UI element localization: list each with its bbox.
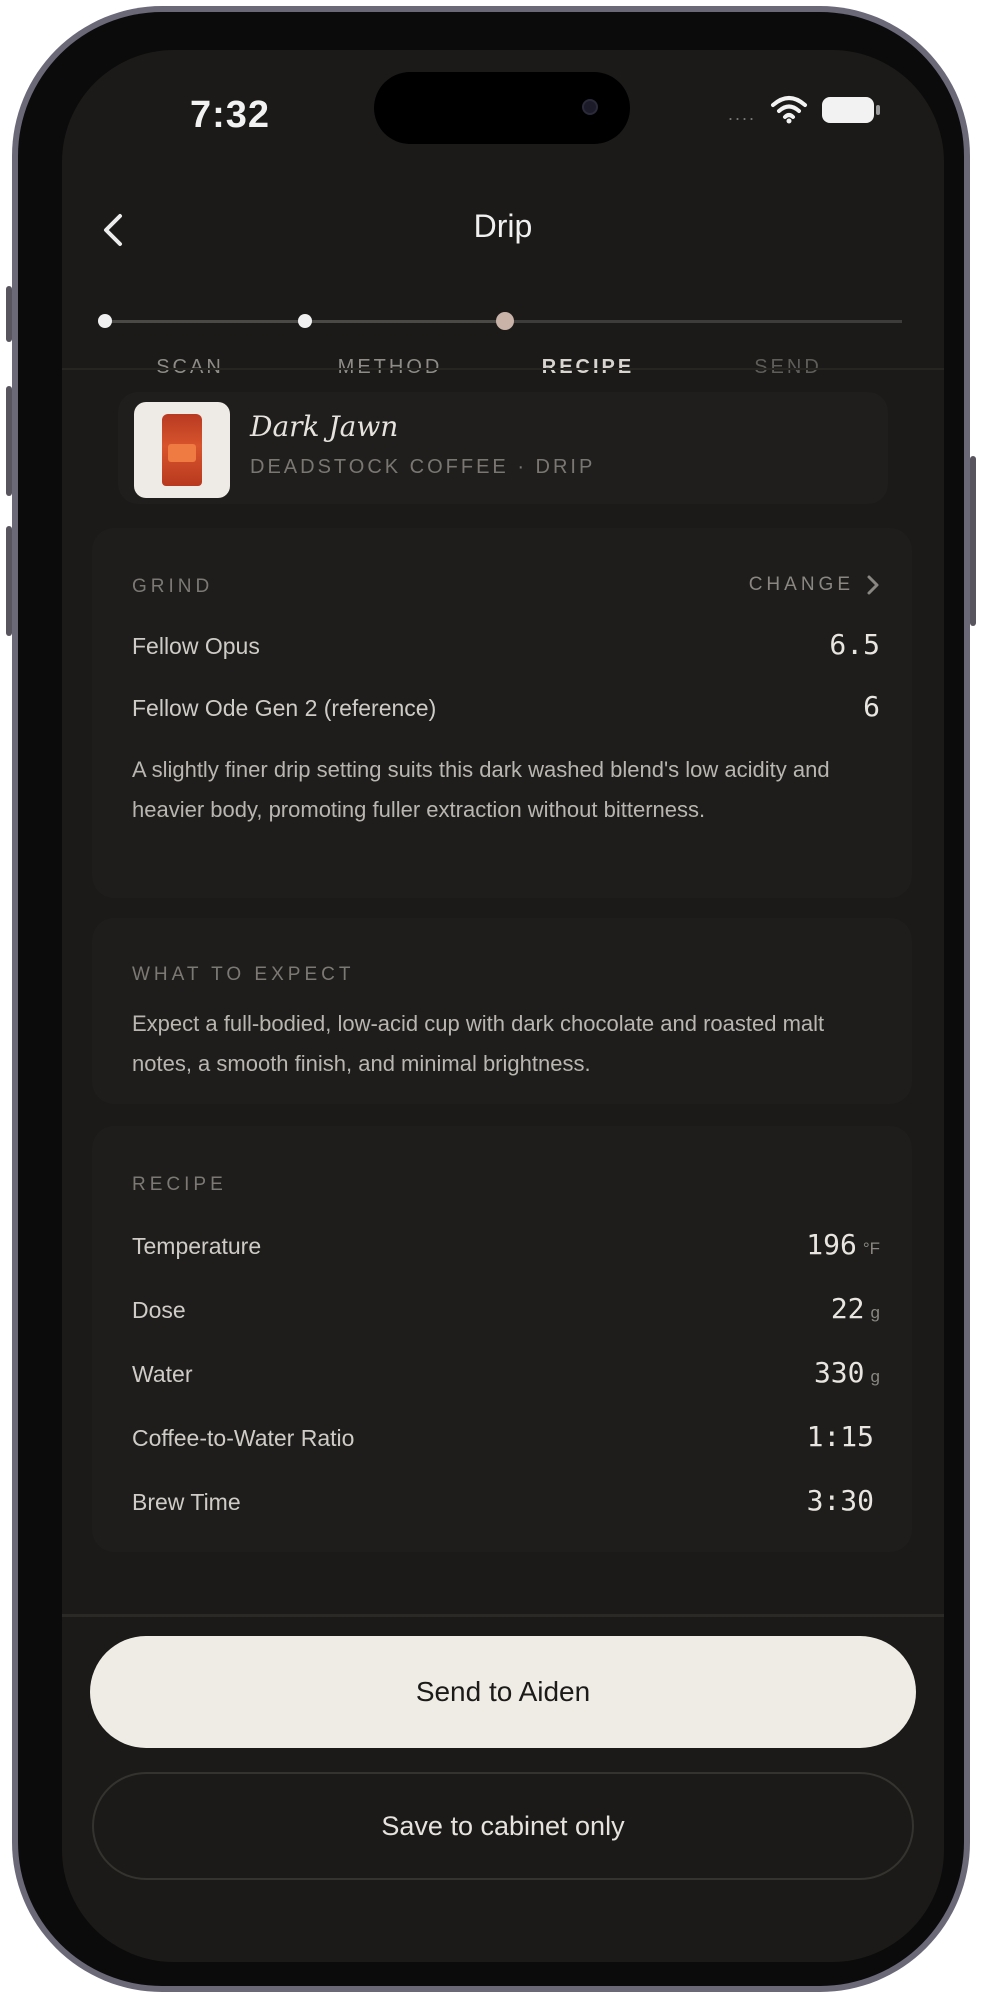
recipe-param-label: Dose <box>132 1297 186 1323</box>
recipe-param-value: 330 <box>813 1356 865 1389</box>
recipe-param-label: Coffee-to-Water Ratio <box>132 1425 355 1451</box>
bean-header: Dark Jawn DEADSTOCK COFFEE · DRIP <box>118 392 888 504</box>
recipe-param-value: 1:15 <box>806 1420 874 1453</box>
step-connector <box>506 320 702 323</box>
recipe-param-label: Water <box>132 1361 193 1387</box>
change-grinder-button[interactable]: CHANGE <box>749 574 880 596</box>
camera-icon <box>582 99 598 115</box>
recipe-row: Dose 22 g <box>132 1292 880 1325</box>
nav-bar: Drip <box>62 200 944 260</box>
step-connector <box>104 320 304 323</box>
recipe-row: Brew Time 3:30 <box>132 1484 880 1517</box>
battery-icon <box>822 96 880 123</box>
grind-setting: 6 <box>863 690 880 723</box>
wifi-icon <box>771 95 807 123</box>
phone-frame: 7:32 .... Drip SCAN METHOD RECIPE SEND D… <box>6 6 976 1992</box>
coffee-bag-icon <box>162 414 202 486</box>
screen: 7:32 .... Drip SCAN METHOD RECIPE SEND D… <box>62 50 944 1962</box>
recipe-row: Temperature 196 °F <box>132 1228 880 1261</box>
recipe-row: Coffee-to-Water Ratio 1:15 <box>132 1420 880 1453</box>
recipe-param-unit: °F <box>862 1239 880 1258</box>
expect-card: WHAT TO EXPECT Expect a full-bodied, low… <box>92 918 912 1104</box>
step-dot-recipe <box>496 312 514 330</box>
step-dot-method <box>298 314 312 328</box>
status-time: 7:32 <box>190 94 271 136</box>
power-button <box>970 456 976 626</box>
recipe-param-value: 3:30 <box>806 1484 874 1517</box>
volume-up-button <box>6 386 12 496</box>
recipe-param-label: Temperature <box>132 1233 262 1259</box>
status-icons: .... <box>727 94 880 125</box>
grinder-name: Fellow Ode Gen 2 (reference) <box>132 695 437 721</box>
bean-subtitle: DEADSTOCK COFFEE · DRIP <box>250 456 596 478</box>
step-connector <box>306 320 502 323</box>
recipe-param-value: 196 <box>806 1228 857 1261</box>
expect-text: Expect a full-bodied, low-acid cup with … <box>132 1011 825 1076</box>
grind-label: GRIND <box>132 576 214 597</box>
recipe-param-unit: g <box>870 1367 880 1386</box>
recipe-param-unit: g <box>870 1303 880 1322</box>
action-button <box>6 286 12 342</box>
volume-down-button <box>6 526 12 636</box>
bean-name: Dark Jawn <box>250 410 399 443</box>
stepper-divider <box>62 368 944 370</box>
send-to-aiden-button[interactable]: Send to Aiden <box>90 1636 916 1748</box>
footer-divider <box>62 1614 944 1617</box>
grind-setting: 6.5 <box>829 628 880 661</box>
grind-row: Fellow Ode Gen 2 (reference) 6 <box>132 690 880 723</box>
save-to-cabinet-button[interactable]: Save to cabinet only <box>92 1772 914 1880</box>
progress-stepper: SCAN METHOD RECIPE SEND <box>62 268 944 378</box>
recipe-label: RECIPE <box>132 1174 227 1195</box>
grinder-name: Fellow Opus <box>132 633 260 659</box>
expect-label: WHAT TO EXPECT <box>132 964 355 985</box>
grind-row: Fellow Opus 6.5 <box>132 628 880 661</box>
recipe-card: RECIPE Temperature 196 °F Dose 22 g Water … <box>92 1126 912 1552</box>
recipe-param-label: Brew Time <box>132 1489 241 1515</box>
recipe-param-value: 22 <box>830 1292 865 1325</box>
dynamic-island <box>374 72 630 144</box>
coffee-bag-image <box>134 402 230 498</box>
grind-card: GRIND CHANGE Fellow Opus 6.5 Fellow Ode … <box>92 528 912 898</box>
signal-icon: .... <box>727 104 756 124</box>
page-title: Drip <box>473 208 533 244</box>
step-dot-scan <box>98 314 112 328</box>
recipe-row: Water 330 g <box>132 1356 880 1389</box>
change-label: CHANGE <box>748 574 854 595</box>
chevron-right-icon <box>867 575 879 595</box>
grind-description: A slightly finer drip setting suits this… <box>132 757 830 822</box>
step-connector <box>702 320 902 323</box>
